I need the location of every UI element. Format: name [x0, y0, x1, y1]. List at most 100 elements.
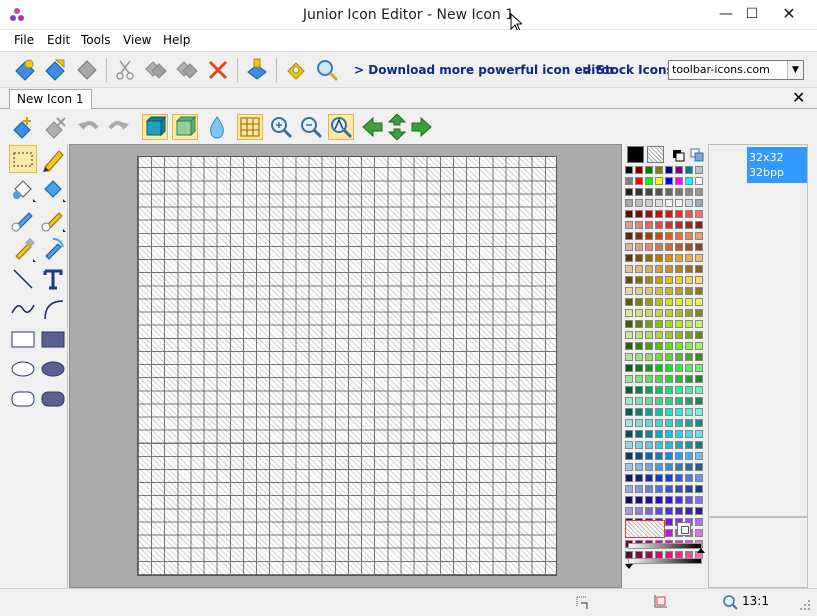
color-swatch[interactable]: [695, 199, 703, 207]
color-swatch[interactable]: [635, 166, 643, 174]
zoom-out-icon[interactable]: [298, 114, 324, 140]
color-swatch[interactable]: [675, 210, 683, 218]
close-tab-icon[interactable]: ✕: [792, 88, 805, 107]
color-swatch[interactable]: [625, 507, 633, 515]
ellipse-outline-icon[interactable]: [9, 355, 37, 383]
color-swatch[interactable]: [625, 408, 633, 416]
color-swatch[interactable]: [695, 287, 703, 295]
delete-icon[interactable]: [205, 57, 231, 83]
move-updown-icon[interactable]: [384, 114, 410, 140]
color-swatch[interactable]: [665, 221, 673, 229]
color-swatch[interactable]: [675, 221, 683, 229]
color-swatch[interactable]: [665, 353, 673, 361]
color-swatch[interactable]: [665, 166, 673, 174]
color-swatch[interactable]: [675, 166, 683, 174]
color-swatch[interactable]: [635, 441, 643, 449]
color-swatch[interactable]: [665, 419, 673, 427]
color-swatch[interactable]: [675, 474, 683, 482]
color-swatch[interactable]: [645, 496, 653, 504]
color-swatch[interactable]: [625, 386, 633, 394]
color-swatch[interactable]: [675, 199, 683, 207]
color-swatch[interactable]: [685, 188, 693, 196]
cut-icon[interactable]: [112, 57, 138, 83]
color-swatch[interactable]: [665, 210, 673, 218]
color-swatch[interactable]: [645, 463, 653, 471]
eyedropper-icon[interactable]: [9, 235, 37, 263]
color-swatch[interactable]: [645, 441, 653, 449]
color-swatch[interactable]: [665, 507, 673, 515]
new-icon[interactable]: [12, 57, 38, 83]
color-swatch[interactable]: [625, 364, 633, 372]
color-swatch[interactable]: [695, 463, 703, 471]
color-swatch[interactable]: [625, 232, 633, 240]
color-swatch[interactable]: [675, 485, 683, 493]
download-editor-link[interactable]: > Download more powerful icon editor: [354, 63, 615, 77]
color-swatch[interactable]: [675, 496, 683, 504]
color-swatch[interactable]: [655, 287, 663, 295]
color-swatch[interactable]: [645, 331, 653, 339]
color-swatch[interactable]: [645, 485, 653, 493]
color-swatch[interactable]: [695, 375, 703, 383]
color-swatch[interactable]: [695, 507, 703, 515]
tab-new-icon-1[interactable]: New Icon 1: [9, 89, 92, 109]
color-swatch[interactable]: [685, 243, 693, 251]
paste-new-icon[interactable]: [10, 114, 36, 140]
color-swatch[interactable]: [675, 507, 683, 515]
color-swatch[interactable]: [635, 496, 643, 504]
menu-view[interactable]: View: [123, 33, 151, 47]
color-swatch[interactable]: [675, 375, 683, 383]
color-swatch[interactable]: [625, 177, 633, 185]
color-swatch[interactable]: [625, 320, 633, 328]
brightness-slider-bottom[interactable]: [628, 558, 702, 564]
color-swatch[interactable]: [665, 298, 673, 306]
color-swatch[interactable]: [695, 320, 703, 328]
paste-icon[interactable]: [174, 57, 200, 83]
color-swatch[interactable]: [655, 386, 663, 394]
color-swatch[interactable]: [695, 309, 703, 317]
color-swatch[interactable]: [695, 265, 703, 273]
color-swatch[interactable]: [665, 287, 673, 295]
color-swatch[interactable]: [695, 166, 703, 174]
color-swatch[interactable]: [645, 408, 653, 416]
pixel-grid-canvas[interactable]: [137, 156, 557, 576]
color-swatch[interactable]: [625, 463, 633, 471]
color-swatch[interactable]: [625, 199, 633, 207]
resize-grip-icon[interactable]: [797, 597, 811, 611]
swap-colors-icon[interactable]: [671, 148, 705, 162]
color-swatch[interactable]: [635, 364, 643, 372]
color-swatch[interactable]: [635, 463, 643, 471]
color-swatch[interactable]: [695, 452, 703, 460]
color-swatch[interactable]: [625, 221, 633, 229]
color-swatch[interactable]: [695, 474, 703, 482]
foreground-color-swatch[interactable]: [627, 146, 644, 163]
color-swatch[interactable]: [695, 210, 703, 218]
color-swatch[interactable]: [655, 375, 663, 383]
color-swatch[interactable]: [645, 419, 653, 427]
color-swatch[interactable]: [625, 243, 633, 251]
color-swatch[interactable]: [625, 166, 633, 174]
color-swatch[interactable]: [695, 364, 703, 372]
color-swatch[interactable]: [645, 166, 653, 174]
color-swatch[interactable]: [645, 474, 653, 482]
color-swatch[interactable]: [635, 353, 643, 361]
color-swatch[interactable]: [695, 232, 703, 240]
chevron-down-icon[interactable]: ▼: [787, 61, 803, 79]
color-swatch[interactable]: [675, 397, 683, 405]
color-swatch[interactable]: [665, 342, 673, 350]
import-icon[interactable]: [244, 57, 270, 83]
color-swatch[interactable]: [665, 177, 673, 185]
color-swatch[interactable]: [675, 243, 683, 251]
color-swatch[interactable]: [635, 243, 643, 251]
color-swatch[interactable]: [625, 342, 633, 350]
color-swatch[interactable]: [665, 386, 673, 394]
color-swatch[interactable]: [675, 452, 683, 460]
color-swatch[interactable]: [665, 430, 673, 438]
color-swatch[interactable]: [625, 188, 633, 196]
color-swatch[interactable]: [675, 232, 683, 240]
color-swatch[interactable]: [655, 254, 663, 262]
color-swatch[interactable]: [685, 375, 693, 383]
screen-color-picker-button[interactable]: [677, 522, 691, 536]
color-swatch[interactable]: [695, 441, 703, 449]
color-swatch[interactable]: [685, 199, 693, 207]
redo-icon[interactable]: [105, 114, 131, 140]
